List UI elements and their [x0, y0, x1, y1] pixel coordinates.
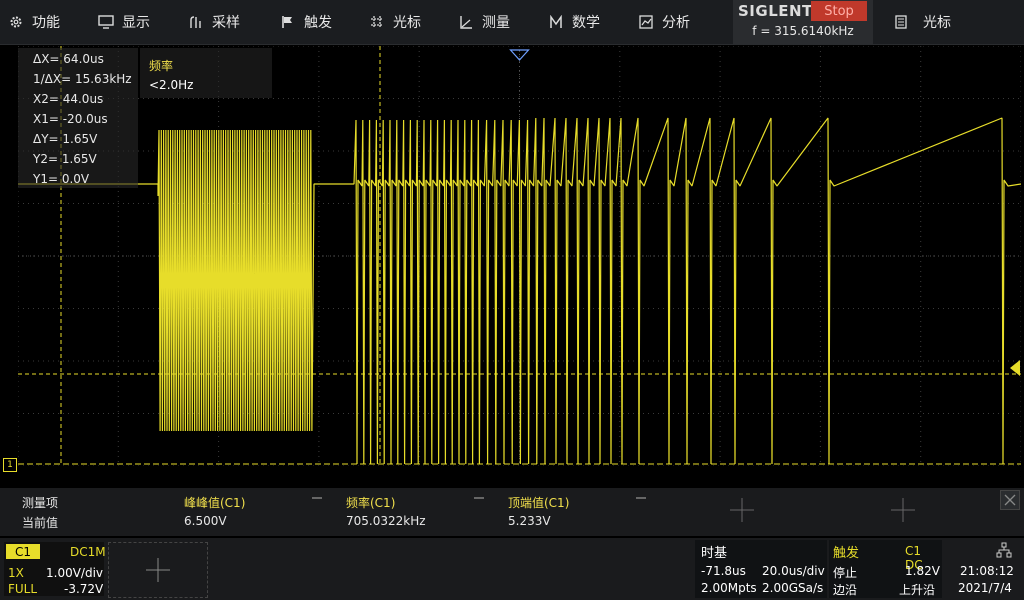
measure-name-vpp[interactable]: 峰峰值(C1) — [184, 494, 245, 511]
freq-panel-title: 频率 — [149, 59, 174, 73]
math-icon — [548, 14, 564, 30]
add-channel-slot[interactable] — [108, 542, 208, 598]
cursor-delta-y: ΔY= 1.65V — [33, 132, 98, 146]
timebase-panel[interactable]: 时基 -71.8us 20.0us/div 2.00Mpts 2.00GSa/s — [695, 540, 827, 598]
menu-label: 光标 — [923, 15, 951, 31]
measure-value-vpp: 6.500V — [184, 514, 227, 528]
measurement-area: 测量项 当前值 峰峰值(C1) 6.500V 频率(C1) 705.0322kH… — [0, 488, 1024, 536]
ruler-icon — [458, 14, 474, 30]
minus-icon[interactable] — [474, 497, 484, 499]
measure-name-top[interactable]: 顶端值(C1) — [508, 494, 569, 511]
trigger-slope: 上升沿 — [899, 583, 936, 597]
monitor-icon — [98, 14, 114, 30]
channel-1-waveform — [18, 117, 1021, 465]
menu-label: 触发 — [304, 15, 332, 31]
bottom-status-bar: C1 DC1M 1X 1.00V/div FULL -3.72V 时基 -71.… — [0, 538, 1024, 600]
menu-right-cursor[interactable]: 光标 — [893, 0, 951, 44]
menu-display[interactable]: 显示 — [98, 0, 150, 44]
channel-coupling: DC1M — [70, 545, 106, 559]
measure-value-top: 5.233V — [508, 514, 551, 528]
cursor-x2: X2= 44.0us — [33, 92, 104, 106]
cursor-y2: Y2= 1.65V — [33, 152, 97, 166]
trigger-level-marker[interactable] — [1010, 360, 1022, 376]
crosshair-icon — [369, 14, 385, 30]
close-icon[interactable] — [1000, 490, 1020, 510]
minus-icon[interactable] — [636, 497, 646, 499]
channel-bandwidth: FULL — [8, 582, 38, 596]
menu-label: 显示 — [122, 15, 150, 31]
trigger-level: 1.82V — [905, 564, 940, 578]
measure-name-freq[interactable]: 频率(C1) — [346, 494, 395, 511]
channel-probe: 1X — [8, 566, 24, 580]
menu-acquire[interactable]: 采样 — [188, 0, 240, 44]
clock-time: 21:08:12 — [960, 564, 1014, 578]
cursor-delta-x: ΔX= 64.0us — [33, 52, 104, 66]
cursor-readout-panel: ΔX= 64.0us 1/ΔX= 15.63kHz X2= 44.0us X1=… — [18, 48, 138, 188]
siglent-logo: SIGLENT — [738, 2, 813, 20]
menu-label: 分析 — [662, 15, 690, 31]
timebase-delay: -71.8us — [701, 564, 746, 578]
menu-label: 光标 — [393, 15, 421, 31]
trigger-panel[interactable]: 触发 C1 DC 停止 1.82V 边沿 上升沿 — [829, 540, 942, 598]
menu-label: 采样 — [212, 15, 240, 31]
measure-row-label-name: 测量项 — [22, 496, 59, 510]
measure-row-label-value: 当前值 — [22, 516, 59, 530]
menu-label: 测量 — [482, 15, 510, 31]
menu-label: 功能 — [32, 15, 60, 31]
document-icon — [893, 14, 909, 30]
menu-label: 数学 — [572, 15, 600, 31]
menu-math[interactable]: 数学 — [548, 0, 600, 44]
timebase-sample-rate: 2.00GSa/s — [762, 581, 824, 595]
cursor-x1: X1= -20.0us — [33, 112, 108, 126]
menu-measure[interactable]: 测量 — [458, 0, 510, 44]
analysis-icon — [638, 14, 654, 30]
menu-cursor[interactable]: 光标 — [369, 0, 421, 44]
channel-tag: C1 — [6, 544, 40, 559]
freq-panel-value: <2.0Hz — [149, 78, 194, 92]
cursor-inverse-delta-x: 1/ΔX= 15.63kHz — [33, 72, 132, 86]
run-stop-status[interactable]: Stop — [811, 1, 867, 21]
add-measurement-plus-icon[interactable] — [891, 498, 915, 522]
brand-panel: SIGLENT Stop f = 315.6140kHz — [733, 0, 873, 44]
add-measurement-plus-icon[interactable] — [730, 498, 754, 522]
add-channel-plus-icon — [146, 558, 170, 582]
trigger-mode: 边沿 — [833, 583, 858, 597]
network-icon[interactable] — [996, 542, 1012, 558]
menu-analysis[interactable]: 分析 — [638, 0, 690, 44]
channel-1-info[interactable]: C1 DC1M 1X 1.00V/div FULL -3.72V — [4, 542, 106, 596]
frequency-counter: f = 315.6140kHz — [752, 24, 854, 38]
clock-date: 2021/7/4 — [958, 581, 1012, 595]
frequency-stat-panel: 频率 <2.0Hz — [140, 48, 272, 98]
measure-value-freq: 705.0322kHz — [346, 514, 426, 528]
trigger-state: 停止 — [833, 566, 858, 580]
flag-icon — [280, 14, 296, 30]
cursor-y1: Y1= 0.0V — [33, 172, 90, 186]
timebase-scale: 20.0us/div — [762, 564, 825, 578]
timebase-title: 时基 — [701, 546, 728, 561]
channel-ground-marker[interactable]: 1 — [3, 458, 17, 472]
channel-offset: -3.72V — [64, 582, 104, 596]
timebase-memory: 2.00Mpts — [701, 581, 757, 595]
top-menu-bar: 功能 显示 采样 触发 光标 测量 数学 分析 SIGLENT Stop f =… — [0, 0, 1024, 45]
menu-function[interactable]: 功能 — [8, 0, 60, 44]
sample-icon — [188, 14, 204, 30]
gear-icon — [8, 14, 24, 30]
trigger-title: 触发 — [833, 546, 860, 561]
menu-trigger[interactable]: 触发 — [280, 0, 332, 44]
channel-scale: 1.00V/div — [46, 566, 104, 580]
waveform-grid[interactable] — [18, 46, 1021, 466]
minus-icon[interactable] — [312, 497, 322, 499]
